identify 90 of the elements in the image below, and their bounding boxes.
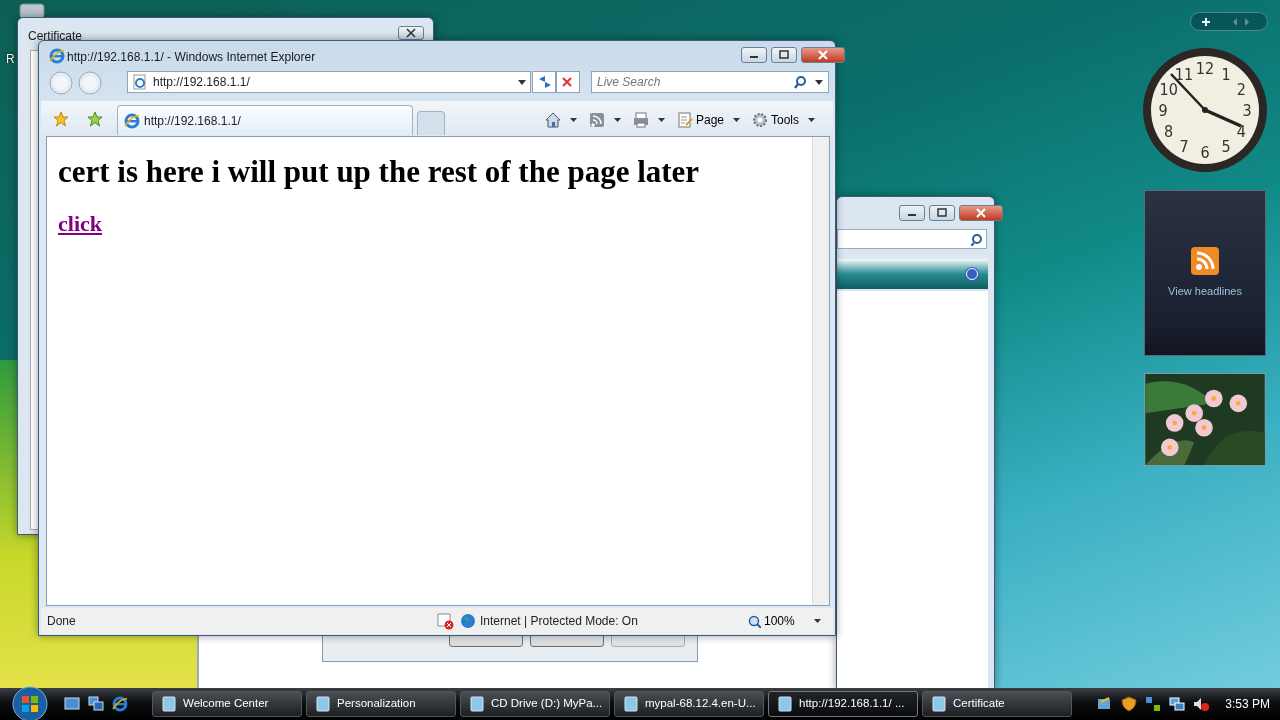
program-icon <box>469 696 485 712</box>
program-icon <box>777 696 793 712</box>
page-heading: cert is here i will put up the rest of the page later <box>58 153 700 191</box>
maximize-button[interactable] <box>929 205 955 221</box>
browser-icon <box>124 112 140 129</box>
program-icon <box>623 696 639 712</box>
maximize-button[interactable] <box>771 47 797 63</box>
clock-numeral: 5 <box>1221 137 1231 157</box>
stop-button[interactable] <box>556 71 580 93</box>
feed-icon <box>588 112 605 128</box>
taskbar-button[interactable]: Certificate <box>922 691 1072 717</box>
caret-icon[interactable] <box>815 80 823 85</box>
network-icon <box>1169 696 1186 712</box>
clock-numeral: 9 <box>1158 101 1168 120</box>
caret-icon <box>613 118 621 122</box>
address-bar[interactable]: http://192.168.1.1/ <box>127 71 531 93</box>
caret-icon <box>813 619 821 623</box>
caret-icon <box>733 118 740 122</box>
window-title: http://192.168.1.1/ - Windows Internet Explorer <box>67 49 316 66</box>
scrollbar[interactable] <box>812 137 829 605</box>
close-button[interactable] <box>398 26 424 40</box>
add-icon[interactable] <box>1201 17 1211 27</box>
search-icon[interactable] <box>971 233 984 246</box>
popup-blocked-icon <box>437 612 454 630</box>
search-field[interactable]: Live Search <box>591 71 829 93</box>
zoom-icon <box>748 614 761 628</box>
maximize-icon[interactable] <box>779 50 789 60</box>
icon-label[interactable]: R <box>6 52 15 66</box>
switch-windows-icon[interactable] <box>88 696 104 712</box>
caret-icon <box>569 118 577 122</box>
browser-icon <box>49 48 65 64</box>
close-button[interactable] <box>801 47 845 63</box>
browser-icon[interactable] <box>112 696 128 712</box>
clock-numeral: 7 <box>1179 137 1189 157</box>
tools-button[interactable]: Tools <box>750 111 817 129</box>
search-field[interactable] <box>837 229 987 249</box>
program-icon <box>1145 696 1162 712</box>
minimize-button[interactable] <box>899 205 925 221</box>
zone-text: Internet | Protected Mode: On <box>480 613 639 630</box>
gear-icon <box>752 112 768 128</box>
show-desktop-icon[interactable] <box>64 696 80 712</box>
address-text: http://192.168.1.1/ <box>153 74 251 91</box>
page-icon <box>676 112 693 128</box>
caret-icon <box>808 118 815 122</box>
refresh-button[interactable] <box>532 71 556 93</box>
clock-numeral: 12 <box>1195 59 1215 78</box>
taskbar-button[interactable]: CD Drive (D:) MyPa... <box>460 691 610 717</box>
globe-icon <box>460 613 476 629</box>
taskbar-button[interactable]: mypal-68.12.4.en-U... <box>614 691 764 717</box>
browser-tab[interactable]: http://192.168.1.1/ <box>117 105 413 135</box>
clock-time[interactable]: 3:53 PM <box>1225 695 1270 713</box>
feed-icon[interactable] <box>1191 246 1219 275</box>
recycle-bin-icon <box>18 2 46 20</box>
taskbar-button[interactable]: Welcome Center <box>152 691 302 717</box>
speaker-muted-icon <box>1193 696 1210 712</box>
clock-numeral: 8 <box>1164 122 1174 141</box>
start-button[interactable] <box>12 686 48 720</box>
program-icon <box>315 696 331 712</box>
search-icon[interactable] <box>794 76 806 89</box>
status-text: Done <box>47 613 77 630</box>
page-link[interactable]: click <box>58 207 102 240</box>
page-button[interactable]: Page <box>674 111 742 129</box>
feed-link[interactable]: View headlines <box>1168 282 1242 300</box>
add-favorites-icon[interactable] <box>87 111 103 127</box>
shield-icon <box>1121 696 1138 712</box>
zoom-button[interactable]: 100% <box>746 612 823 630</box>
caret-icon[interactable] <box>518 79 526 85</box>
clock-numeral: 6 <box>1200 143 1210 162</box>
clock-numeral: 3 <box>1242 101 1252 120</box>
refresh-icon[interactable] <box>537 74 553 90</box>
program-icon <box>931 696 947 712</box>
printer-icon <box>632 112 649 128</box>
clock-numeral: 4 <box>1236 122 1246 141</box>
stop-icon[interactable] <box>561 76 573 88</box>
clock-numeral: 2 <box>1236 80 1246 99</box>
window-title: Certificate <box>28 28 83 45</box>
close-button[interactable] <box>959 205 1003 221</box>
taskbar-button[interactable]: Personalization <box>306 691 456 717</box>
close-icon[interactable] <box>406 28 416 38</box>
clock-numeral: 1 <box>1221 64 1231 84</box>
caret-icon <box>657 118 665 122</box>
minimize-button[interactable] <box>741 47 767 63</box>
home-icon <box>544 112 561 128</box>
tab-title: http://192.168.1.1/ <box>144 112 241 130</box>
page-icon <box>132 74 147 90</box>
favorites-icon[interactable] <box>53 111 69 127</box>
program-icon <box>161 696 177 712</box>
help-icon[interactable] <box>965 267 979 281</box>
maximize-icon[interactable] <box>937 208 947 218</box>
taskbar-button[interactable]: http://192.168.1.1/ ... <box>768 691 918 717</box>
